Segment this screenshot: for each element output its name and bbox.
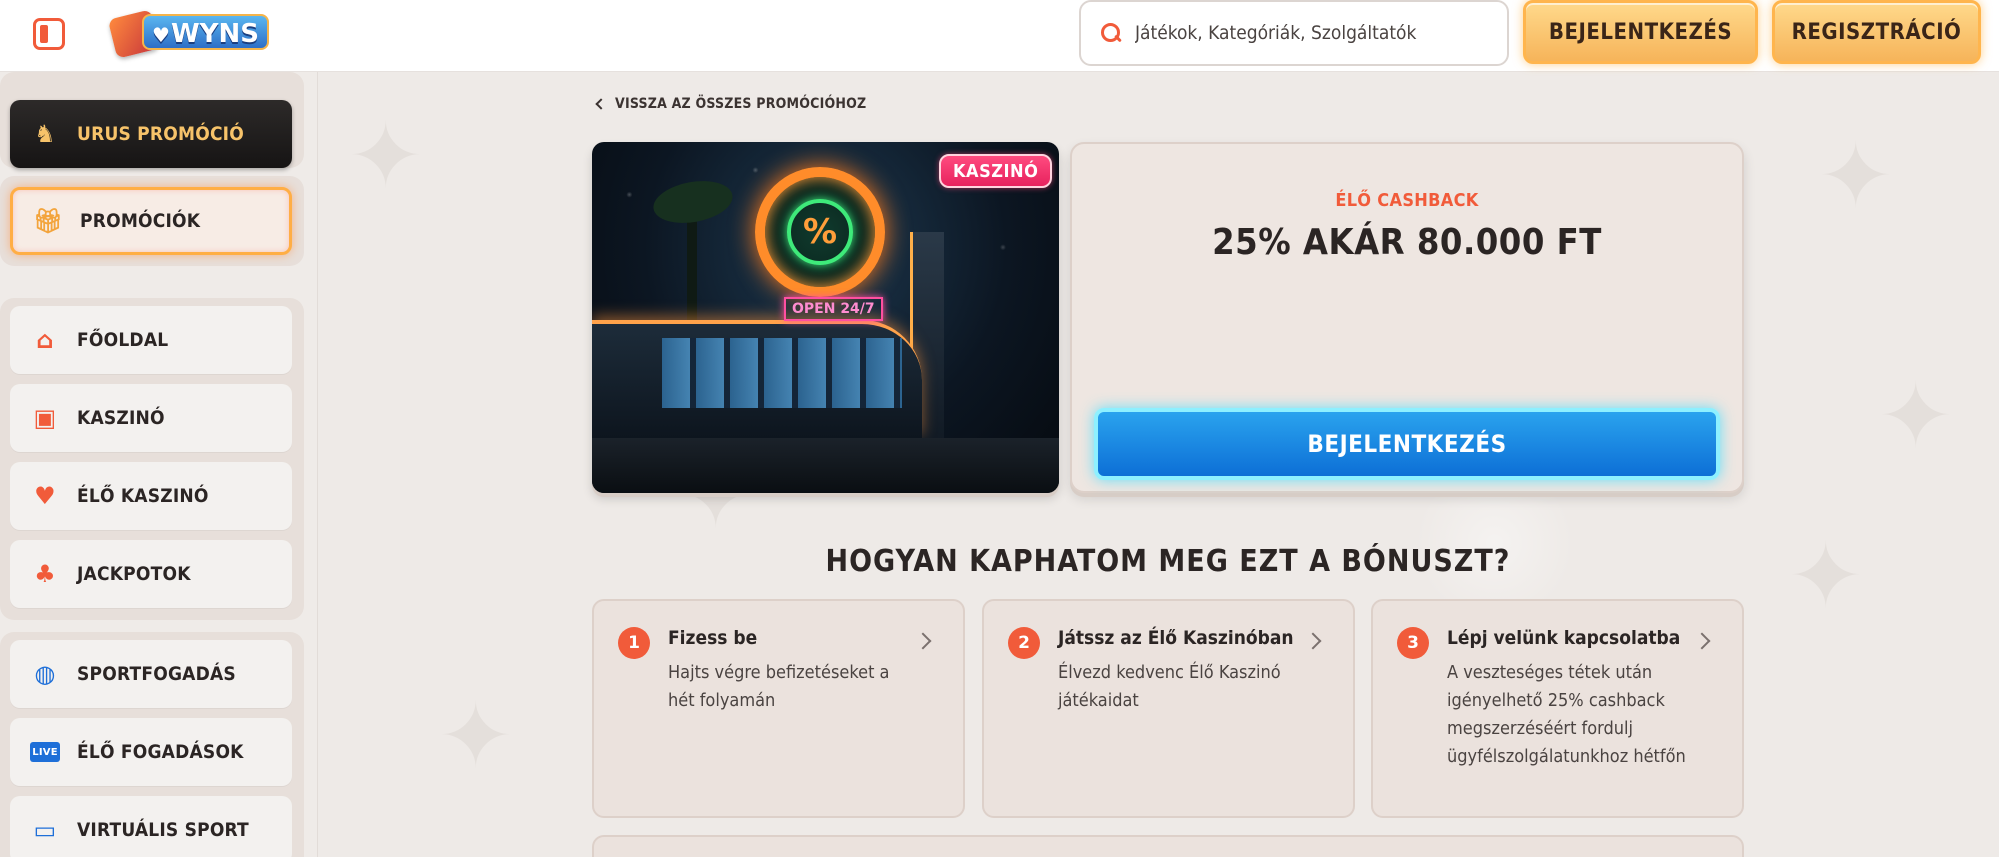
terms-card: [592, 835, 1744, 857]
search-box[interactable]: [1079, 0, 1509, 66]
search-icon: [1101, 23, 1121, 43]
sidebar-item-promotions[interactable]: 🎁︎ PROMÓCIÓK: [10, 187, 292, 255]
sidebar-group-featured: ♞ URUS PROMÓCIÓ: [0, 72, 304, 168]
sidebar-item-label: FŐOLDAL: [77, 329, 169, 351]
step-description: Hajts végre befizetéseket a hét folyamán: [668, 662, 890, 711]
promo-login-button[interactable]: BEJELENTKEZÉS: [1094, 408, 1720, 480]
sidebar-item-label: ÉLŐ KASZINÓ: [77, 485, 209, 507]
back-link-label: VISSZA AZ ÖSSZES PROMÓCIÓHOZ: [615, 96, 867, 112]
monitor-icon: ▭: [33, 816, 57, 844]
step-number-badge: 1: [618, 627, 650, 659]
sidebar-item-label: KASZINÓ: [77, 407, 165, 429]
category-badge: KASZINÓ: [939, 154, 1053, 188]
login-button[interactable]: BEJELENTKEZÉS: [1523, 0, 1758, 64]
site-logo[interactable]: ♥WYNS: [106, 8, 269, 59]
sidebar-item-live-casino[interactable]: ♥ ÉLŐ KASZINÓ: [10, 462, 292, 530]
image-open-sign: OPEN 24/7: [784, 297, 883, 321]
step-description: A veszteséges tétek után igényelhető 25%…: [1447, 662, 1686, 767]
promo-image: % OPEN 24/7 KASZINÓ: [592, 142, 1059, 493]
step-card[interactable]: 3 Lépj velünk kapcsolatba A veszteséges …: [1371, 599, 1744, 818]
bull-icon: ♞: [34, 120, 56, 148]
sidebar-item-label: SPORTFOGADÁS: [77, 663, 236, 685]
star-decoration: ✦: [1818, 124, 1894, 229]
slot-machine-icon: ▣: [33, 404, 57, 432]
sidebar-group-sport: ◍ SPORTFOGADÁS LIVE ÉLŐ FOGADÁSOK ▭ VIRT…: [0, 632, 304, 857]
sidebar-item-jackpots[interactable]: ♣ JACKPOTOK: [10, 540, 292, 608]
sidebar-item-casino[interactable]: ▣ KASZINÓ: [10, 384, 292, 452]
star-decoration: ✦: [438, 684, 514, 789]
promo-details-card: ÉLŐ CASHBACK 25% AKÁR 80.000 FT BEJELENT…: [1070, 142, 1744, 493]
chevron-right-icon: [914, 632, 932, 650]
step-title: Fizess be: [668, 627, 758, 649]
home-icon: ⌂: [36, 326, 54, 354]
sidebar-item-home[interactable]: ⌂ FŐOLDAL: [10, 306, 292, 374]
logo-wordmark: ♥WYNS: [142, 14, 269, 50]
sidebar-group-promos: 🎁︎ PROMÓCIÓK: [0, 176, 304, 266]
sidebar-item-label: JACKPOTOK: [77, 563, 191, 585]
star-decoration: ✦: [1788, 524, 1864, 629]
step-card[interactable]: 2 Játssz az Élő Kaszinóban Élvezd kedven…: [982, 599, 1355, 818]
image-wet-street: [592, 438, 1059, 493]
sidebar-item-label: VIRTUÁLIS SPORT: [77, 819, 249, 841]
promo-kicker: ÉLŐ CASHBACK: [1335, 190, 1479, 211]
sidebar-item-urus-promo[interactable]: ♞ URUS PROMÓCIÓ: [10, 100, 292, 168]
how-to-get-bonus-heading: HOGYAN KAPHATOM MEG EZT A BÓNUSZT?: [825, 544, 1511, 579]
step-description: Élvezd kedvenc Élő Kaszinó játékaidat: [1058, 662, 1281, 711]
sidebar-item-label: ÉLŐ FOGADÁSOK: [77, 741, 244, 763]
star-decoration: ✦: [348, 104, 424, 209]
basketball-icon: ◍: [34, 660, 56, 688]
clover-icon: ♣: [34, 560, 56, 588]
live-icon: LIVE: [30, 742, 60, 762]
sidebar-item-label: URUS PROMÓCIÓ: [77, 123, 244, 145]
step-title: Lépj velünk kapcsolatba: [1447, 627, 1681, 649]
sidebar-item-live-betting[interactable]: LIVE ÉLŐ FOGADÁSOK: [10, 718, 292, 786]
star-decoration: ✦: [1878, 364, 1954, 469]
sidebar-group-casino: ⌂ FŐOLDAL ▣ KASZINÓ ♥ ÉLŐ KASZINÓ ♣ JACK…: [0, 298, 304, 620]
register-button[interactable]: REGISZTRÁCIÓ: [1772, 0, 1981, 64]
top-header: ♥WYNS BEJELENTKEZÉS REGISZTRÁCIÓ: [0, 0, 1999, 72]
sidebar-item-label: PROMÓCIÓK: [80, 210, 201, 232]
sidebar-item-sportsbook[interactable]: ◍ SPORTFOGADÁS: [10, 640, 292, 708]
step-title: Játssz az Élő Kaszinóban: [1058, 627, 1294, 649]
chevron-left-icon: [595, 98, 607, 110]
gift-icon: 🎁︎: [32, 207, 64, 235]
image-diner-windows: [662, 338, 902, 408]
card-icon: ♥: [34, 482, 56, 510]
sidebar-toggle-icon[interactable]: [33, 18, 65, 50]
step-card[interactable]: 1 Fizess be Hajts végre befizetéseket a …: [592, 599, 965, 818]
step-number-badge: 2: [1008, 627, 1040, 659]
image-neon-percent-sign: %: [755, 167, 885, 297]
promo-title: 25% AKÁR 80.000 FT: [1212, 222, 1602, 263]
chevron-right-icon: [1693, 632, 1711, 650]
search-input[interactable]: [1135, 22, 1495, 44]
sidebar: ♞ URUS PROMÓCIÓ 🎁︎ PROMÓCIÓK ⌂ FŐOLDAL ▣…: [0, 72, 318, 857]
chevron-right-icon: [1304, 632, 1322, 650]
back-to-promotions-link[interactable]: VISSZA AZ ÖSSZES PROMÓCIÓHOZ: [595, 96, 867, 112]
sidebar-item-virtual-sport[interactable]: ▭ VIRTUÁLIS SPORT: [10, 796, 292, 857]
step-number-badge: 3: [1397, 627, 1429, 659]
percent-icon: %: [787, 199, 853, 265]
